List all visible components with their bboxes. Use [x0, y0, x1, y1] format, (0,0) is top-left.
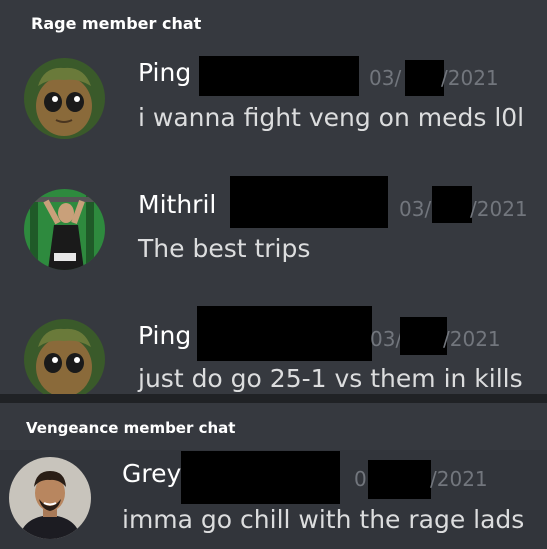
timestamp-suffix: /2021 [443, 327, 501, 351]
section-title-vengeance: Vengeance member chat [26, 419, 236, 437]
message-text: imma go chill with the rage lads [122, 505, 525, 534]
username[interactable]: Mithril [138, 190, 216, 219]
redaction-block [368, 460, 431, 499]
redaction-block [197, 306, 372, 361]
redaction-block [230, 176, 388, 228]
username[interactable]: Ping [138, 58, 191, 87]
rage-chat-panel: Rage member chat Ping 03/ /2021 i wanna … [0, 0, 547, 394]
avatar-groot-icon[interactable] [24, 319, 105, 394]
avatar-gym-icon[interactable] [24, 189, 105, 270]
redaction-block [400, 317, 447, 355]
avatar-portrait-icon[interactable] [9, 457, 91, 539]
redaction-block [199, 56, 359, 96]
timestamp-prefix: 0 [354, 467, 367, 491]
timestamp-suffix: /2021 [430, 467, 488, 491]
message-text: i wanna fight veng on meds l0l [138, 103, 525, 132]
timestamp-prefix: 03/ [370, 327, 403, 351]
timestamp-suffix: /2021 [470, 197, 528, 221]
message-text: The best trips [138, 234, 311, 263]
username[interactable]: Grey [122, 459, 181, 488]
username[interactable]: Ping [138, 321, 191, 350]
section-divider [0, 394, 547, 403]
avatar-groot-icon[interactable] [24, 58, 105, 139]
redaction-block [405, 60, 444, 96]
redaction-block [181, 451, 340, 504]
timestamp-prefix: 03/ [369, 66, 402, 90]
timestamp-suffix: /2021 [441, 66, 499, 90]
message-text: just do go 25-1 vs them in kills [138, 364, 523, 393]
timestamp-prefix: 03/ [399, 197, 432, 221]
section-title-rage: Rage member chat [31, 14, 202, 33]
redaction-block [432, 186, 472, 223]
vengeance-chat-panel: Vengeance member chat Grey 0 /2021 imma … [0, 403, 547, 549]
